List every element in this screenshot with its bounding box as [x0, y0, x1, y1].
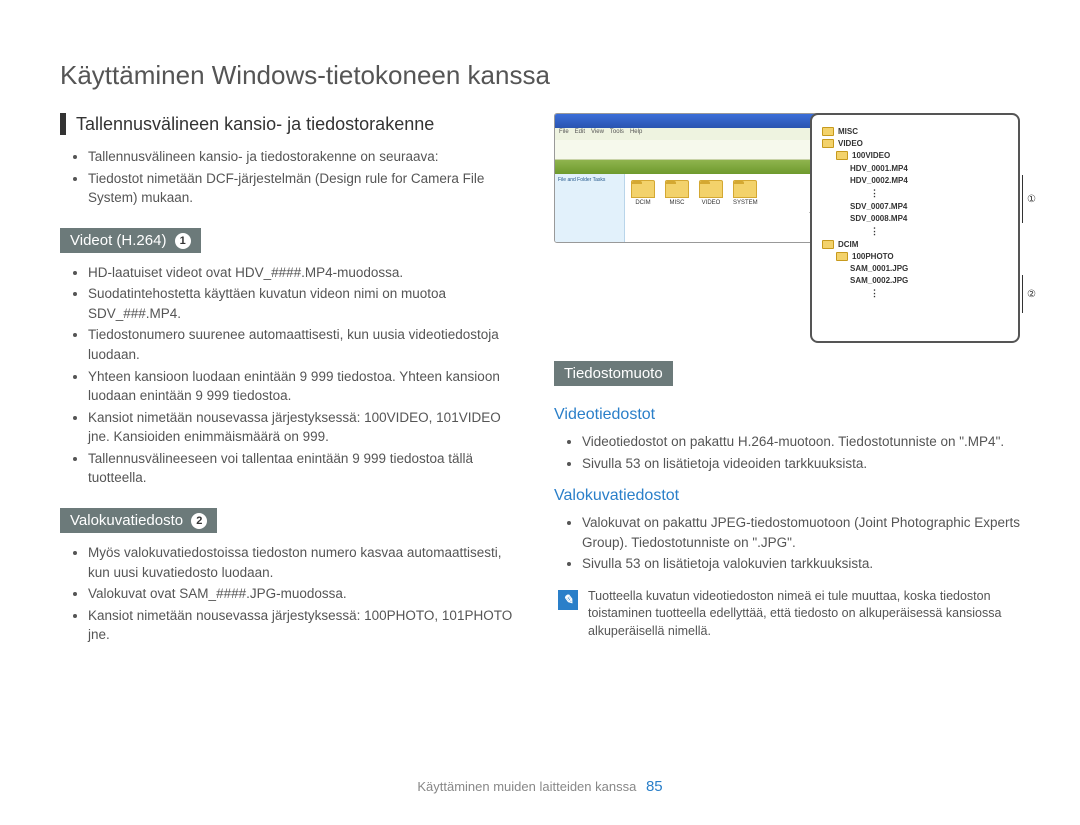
- tree-file: SAM_0002.JPG: [850, 275, 1010, 286]
- folder-tree: MISC VIDEO 100VIDEO HDV_0001.MP4 HDV_000…: [822, 126, 1010, 300]
- photos-badge: Valokuvatiedosto 2: [60, 508, 217, 533]
- menu-item: Help: [630, 129, 642, 139]
- folder-icon: [836, 151, 848, 160]
- callout-marker-1: ①: [1022, 175, 1036, 223]
- heading-bar-icon: [60, 113, 66, 135]
- folder-icon: [822, 139, 834, 148]
- ellipsis-icon: ⋮: [870, 187, 1010, 200]
- tree-row: VIDEO: [822, 138, 1010, 149]
- note-text: Tuotteella kuvatun videotiedoston nimeä …: [588, 588, 1020, 641]
- tree-row: 100VIDEO: [836, 150, 1010, 161]
- page-footer: Käyttäminen muiden laitteiden kanssa 85: [0, 778, 1080, 795]
- note-icon: ✎: [558, 590, 578, 610]
- photo-format-bullets: Valokuvat on pakattu JPEG-tiedostomuotoo…: [554, 513, 1020, 574]
- window-toolbar: [555, 140, 833, 160]
- folder-item: VIDEO: [699, 180, 723, 206]
- list-item: Sivulla 53 on lisätietoja valokuvien tar…: [582, 554, 1020, 574]
- ellipsis-icon: ⋮: [870, 287, 1010, 300]
- page-title: Käyttäminen Windows-tietokoneen kanssa: [60, 60, 1020, 91]
- callout-marker-2: ②: [1022, 275, 1036, 313]
- tree-file: SDV_0007.MP4: [850, 201, 1010, 212]
- badge-number-icon: 2: [191, 513, 207, 529]
- menu-item: Tools: [610, 129, 624, 139]
- folder-item: DCIM: [631, 180, 655, 206]
- footer-text: Käyttäminen muiden laitteiden kanssa: [417, 779, 636, 794]
- explorer-main: DCIM MISC VIDEO: [625, 174, 833, 243]
- page-number: 85: [646, 778, 663, 795]
- address-bar: [555, 160, 833, 174]
- folder-icon: [733, 180, 757, 198]
- list-item: Valokuvat on pakattu JPEG-tiedostomuotoo…: [582, 513, 1020, 552]
- folder-icon: [822, 240, 834, 249]
- photo-files-heading: Valokuvatiedostot: [554, 487, 1020, 505]
- list-item: Tiedostonumero suurenee automaattisesti,…: [88, 325, 526, 364]
- list-item: Myös valokuvatiedostoissa tiedoston nume…: [88, 543, 526, 582]
- folder-icon: [631, 180, 655, 198]
- tree-file: HDV_0002.MP4: [850, 175, 1010, 186]
- two-column-layout: Tallennusvälineen kansio- ja tiedostorak…: [60, 113, 1020, 659]
- badge-label: Tiedostomuoto: [564, 365, 663, 382]
- menu-item: File: [559, 129, 569, 139]
- window-titlebar: [555, 114, 833, 128]
- folder-icon: [822, 127, 834, 136]
- tree-row: DCIM: [822, 239, 1010, 250]
- sidebar-label: File and Folder Tasks: [558, 177, 605, 183]
- list-item: Valokuvat ovat SAM_####.JPG-muodossa.: [88, 584, 526, 604]
- folder-item: MISC: [665, 180, 689, 206]
- ellipsis-icon: ⋮: [870, 225, 1010, 238]
- list-item: Kansiot nimetään nousevassa järjestykses…: [88, 408, 526, 447]
- list-item: Tiedostot nimetään DCF-järjestelmän (Des…: [88, 169, 526, 208]
- badge-number-icon: 1: [175, 233, 191, 249]
- section-heading-row: Tallennusvälineen kansio- ja tiedostorak…: [60, 113, 526, 135]
- folder-icon: [699, 180, 723, 198]
- badge-label: Videot (H.264): [70, 232, 166, 249]
- list-item: Sivulla 53 on lisätietoja videoiden tark…: [582, 454, 1020, 474]
- folder-tree-callout: MISC VIDEO 100VIDEO HDV_0001.MP4 HDV_000…: [810, 113, 1020, 343]
- list-item: Yhteen kansioon luodaan enintään 9 999 t…: [88, 367, 526, 406]
- menu-item: Edit: [575, 129, 585, 139]
- videos-bullet-list: HD-laatuiset videot ovat HDV_####.MP4-mu…: [60, 263, 526, 488]
- explorer-sidebar: File and Folder Tasks: [555, 174, 625, 243]
- folder-icon: [836, 252, 848, 261]
- badge-label: Valokuvatiedosto: [70, 512, 183, 529]
- photos-bullet-list: Myös valokuvatiedostoissa tiedoston nume…: [60, 543, 526, 645]
- tree-row: MISC: [822, 126, 1010, 137]
- tree-file: HDV_0001.MP4: [850, 163, 1010, 174]
- illustration: File Edit View Tools Help File and Folde…: [554, 113, 1020, 343]
- list-item: Kansiot nimetään nousevassa järjestykses…: [88, 606, 526, 645]
- tree-file: SDV_0008.MP4: [850, 213, 1010, 224]
- section-heading: Tallennusvälineen kansio- ja tiedostorak…: [76, 114, 434, 135]
- folder-icon: [665, 180, 689, 198]
- list-item: Videotiedostot on pakattu H.264-muotoon.…: [582, 432, 1020, 452]
- videos-badge: Videot (H.264) 1: [60, 228, 201, 253]
- tree-row: 100PHOTO: [836, 251, 1010, 262]
- list-item: HD-laatuiset videot ovat HDV_####.MP4-mu…: [88, 263, 526, 283]
- explorer-body: File and Folder Tasks DCIM MISC: [555, 174, 833, 243]
- left-column: Tallennusvälineen kansio- ja tiedostorak…: [60, 113, 526, 659]
- explorer-window: File Edit View Tools Help File and Folde…: [554, 113, 834, 243]
- video-format-bullets: Videotiedostot on pakattu H.264-muotoon.…: [554, 432, 1020, 473]
- list-item: Tallennusvälineen kansio- ja tiedostorak…: [88, 147, 526, 167]
- list-item: Tallennusvälineeseen voi tallentaa enint…: [88, 449, 526, 488]
- list-item: Suodatintehostetta käyttäen kuvatun vide…: [88, 284, 526, 323]
- menu-item: View: [591, 129, 604, 139]
- intro-bullet-list: Tallennusvälineen kansio- ja tiedostorak…: [60, 147, 526, 208]
- note-box: ✎ Tuotteella kuvatun videotiedoston nime…: [554, 588, 1020, 641]
- format-badge: Tiedostomuoto: [554, 361, 673, 386]
- folder-item: SYSTEM: [733, 180, 758, 206]
- video-files-heading: Videotiedostot: [554, 406, 1020, 424]
- tree-file: SAM_0001.JPG: [850, 263, 1010, 274]
- page: Käyttäminen Windows-tietokoneen kanssa T…: [0, 0, 1080, 659]
- right-column: File Edit View Tools Help File and Folde…: [554, 113, 1020, 659]
- window-menubar: File Edit View Tools Help: [555, 128, 833, 140]
